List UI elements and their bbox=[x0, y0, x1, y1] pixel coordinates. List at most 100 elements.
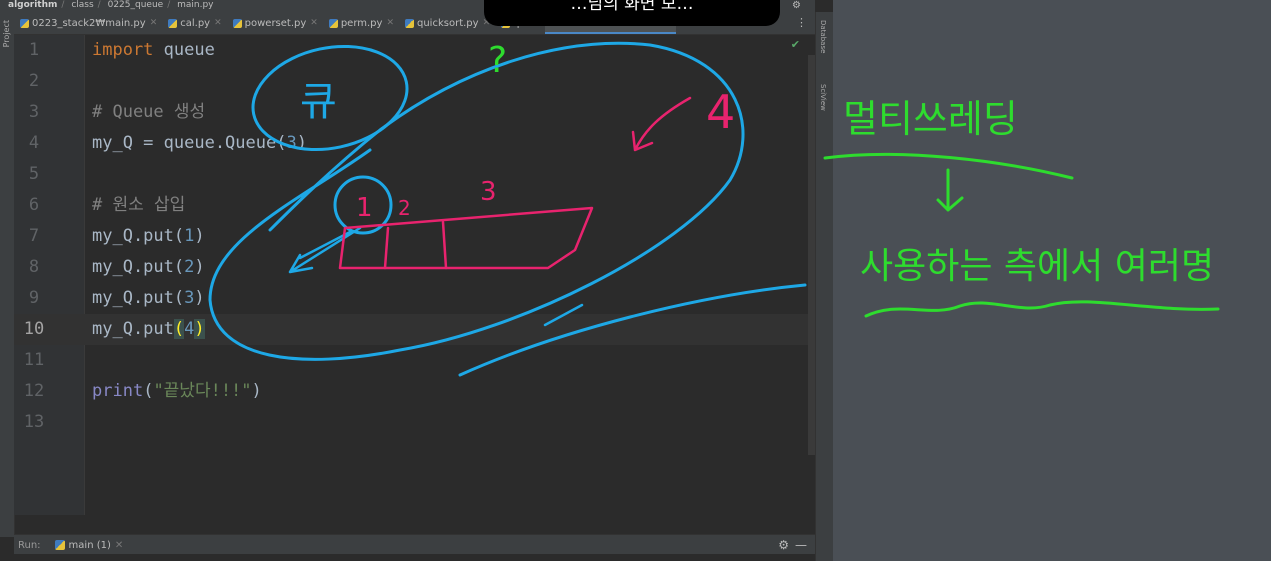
code-line[interactable]: 2 bbox=[14, 66, 808, 97]
gear-icon[interactable]: ⚙ bbox=[792, 0, 801, 11]
code-token: my_Q.put bbox=[92, 319, 174, 339]
editor-scrollbar[interactable] bbox=[808, 55, 815, 455]
number-literal: 3 bbox=[286, 133, 297, 153]
breadcrumb-item-file[interactable]: main.py bbox=[177, 0, 213, 10]
tab-stack2-main[interactable]: 0223_stack2₩main.py ✕ bbox=[14, 12, 162, 34]
run-tool-bar: Run: main (1) ✕ ⚙ — bbox=[14, 534, 815, 555]
tab-label: quicksort.py bbox=[417, 17, 479, 29]
line-number: 3 bbox=[28, 102, 40, 122]
close-icon[interactable]: ✕ bbox=[214, 18, 222, 28]
code-line[interactable]: 5 bbox=[14, 159, 808, 190]
code-token: my_Q.put( bbox=[92, 288, 185, 308]
code-line[interactable]: 9 my_Q.put(3) bbox=[14, 283, 808, 314]
run-label: Run: bbox=[18, 539, 41, 551]
code-token: ) bbox=[296, 133, 307, 153]
code-line[interactable]: 11 bbox=[14, 345, 808, 376]
matched-bracket: ) bbox=[194, 319, 205, 339]
code-text: my_Q = queue.Queue(3) bbox=[92, 128, 307, 159]
code-text: print("끝났다!!!") bbox=[92, 376, 262, 407]
number-literal: 1 bbox=[184, 226, 195, 246]
keyword: import bbox=[92, 40, 154, 60]
code-text: my_Q.put(2) bbox=[92, 252, 205, 283]
line-number: 4 bbox=[28, 133, 40, 153]
tab-cal[interactable]: cal.py ✕ bbox=[162, 12, 226, 34]
code-line[interactable]: 13 bbox=[14, 407, 808, 438]
code-line[interactable]: 1 import queue bbox=[14, 35, 808, 66]
comment: # Queue 생성 bbox=[92, 102, 206, 122]
run-output-area[interactable] bbox=[14, 554, 815, 561]
line-number: 2 bbox=[28, 71, 40, 91]
project-tool-strip[interactable]: Project bbox=[0, 12, 15, 537]
project-tool-label[interactable]: Project bbox=[2, 20, 11, 47]
code-text: my_Q.put(3) bbox=[92, 283, 205, 314]
tab-label: perm.py bbox=[340, 17, 383, 29]
top-right-icons: ⚙ bbox=[792, 0, 801, 11]
breadcrumb-item-root[interactable]: algorithm bbox=[8, 0, 57, 10]
builtin-function: print bbox=[92, 381, 144, 401]
tab-label: powerset.py bbox=[244, 17, 307, 29]
line-number: 5 bbox=[28, 164, 40, 184]
ide-window: algorithm / class/ 0225_queue / main.py Pr… bbox=[0, 0, 815, 561]
code-token: ) bbox=[194, 257, 205, 277]
line-number: 11 bbox=[23, 350, 45, 370]
code-text: import queue bbox=[92, 35, 215, 66]
code-line-current[interactable]: 10 my_Q.put(4) bbox=[14, 314, 808, 345]
python-run-icon bbox=[54, 540, 65, 550]
close-icon[interactable]: ✕ bbox=[115, 540, 123, 551]
number-literal: 2 bbox=[184, 257, 195, 277]
code-token: ( bbox=[143, 381, 154, 401]
python-file-icon bbox=[405, 18, 414, 28]
tab-label: cal.py bbox=[180, 17, 211, 29]
python-file-icon bbox=[20, 18, 29, 28]
minimize-icon[interactable]: — bbox=[795, 538, 807, 552]
database-tool-label[interactable]: Database bbox=[819, 20, 827, 53]
python-file-icon bbox=[168, 18, 178, 28]
number-literal: 4 bbox=[184, 319, 195, 339]
line-number: 8 bbox=[28, 257, 40, 277]
comment: # 원소 삽입 bbox=[92, 195, 186, 215]
matched-bracket: ( bbox=[173, 319, 185, 339]
breadcrumb-item-folder[interactable]: 0225_queue bbox=[108, 0, 164, 10]
line-number: 9 bbox=[28, 288, 40, 308]
whiteboard-area bbox=[833, 0, 1271, 561]
code-line[interactable]: 8 my_Q.put(2) bbox=[14, 252, 808, 283]
code-line[interactable]: 6 # 원소 삽입 bbox=[14, 190, 808, 221]
more-tabs-icon[interactable]: ⋮ bbox=[796, 16, 807, 29]
run-tab-main[interactable]: main (1) ✕ bbox=[54, 539, 123, 551]
close-icon[interactable]: ✕ bbox=[150, 18, 158, 28]
breadcrumb-item-class[interactable]: class bbox=[71, 0, 93, 10]
close-icon[interactable]: ✕ bbox=[386, 18, 394, 28]
code-editor[interactable]: ✔ 1 import queue 2 3 # Queue 생성 4 my_Q =… bbox=[14, 35, 808, 515]
code-token: queue bbox=[153, 40, 215, 60]
string-literal: "끝났다!!!" bbox=[153, 381, 252, 401]
right-tool-strip: Database SciView bbox=[815, 12, 834, 561]
code-line[interactable]: 4 my_Q = queue.Queue(3) bbox=[14, 128, 808, 159]
line-number: 7 bbox=[28, 226, 40, 246]
code-token: my_Q.put( bbox=[92, 226, 185, 246]
line-number: 1 bbox=[28, 40, 40, 60]
tab-perm[interactable]: perm.py ✕ bbox=[323, 12, 399, 34]
sciview-tool-label[interactable]: SciView bbox=[819, 84, 827, 111]
code-token: my_Q = queue.Queue( bbox=[92, 133, 287, 153]
code-text: my_Q.put(4) bbox=[92, 314, 205, 345]
run-tab-label: main (1) bbox=[68, 539, 111, 551]
python-file-icon bbox=[328, 18, 338, 28]
tab-quicksort[interactable]: quicksort.py ✕ bbox=[399, 12, 495, 34]
code-token: ) bbox=[194, 226, 205, 246]
code-line[interactable]: 12 print("끝났다!!!") bbox=[14, 376, 808, 407]
code-line[interactable]: 7 my_Q.put(1) bbox=[14, 221, 808, 252]
gear-icon[interactable]: ⚙ bbox=[778, 538, 789, 552]
close-icon[interactable]: ✕ bbox=[310, 18, 318, 28]
code-text: my_Q.put(1) bbox=[92, 221, 205, 252]
number-literal: 3 bbox=[184, 288, 195, 308]
tab-label: 0223_stack2₩main.py bbox=[32, 17, 146, 29]
code-token: my_Q.put( bbox=[92, 257, 185, 277]
tab-powerset[interactable]: powerset.py ✕ bbox=[227, 12, 323, 34]
line-number: 6 bbox=[28, 195, 40, 215]
line-number: 13 bbox=[23, 412, 45, 432]
code-token: ) bbox=[194, 288, 205, 308]
screen-share-toast: …님의 화면 보… bbox=[484, 0, 780, 26]
code-line[interactable]: 3 # Queue 생성 bbox=[14, 97, 808, 128]
line-number: 10 bbox=[23, 319, 45, 339]
line-number: 12 bbox=[23, 381, 45, 401]
